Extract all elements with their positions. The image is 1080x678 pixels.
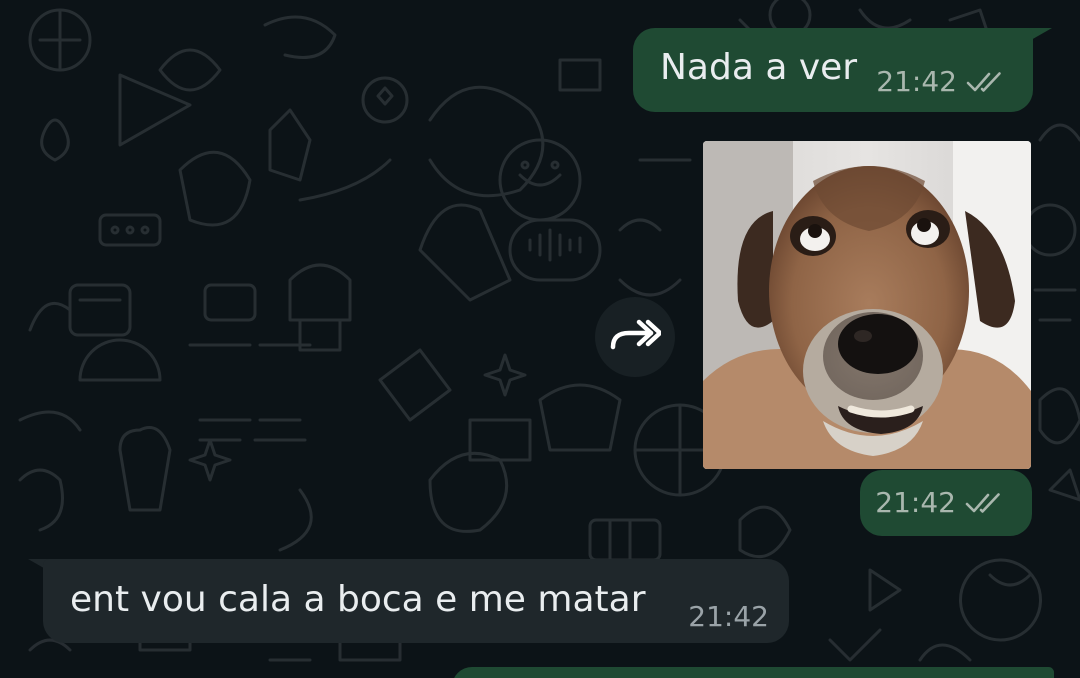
message-meta: 21:42 <box>876 66 1005 98</box>
message-time: 21:42 <box>876 65 957 98</box>
double-check-icon <box>965 70 1005 94</box>
dog-sticker-image[interactable] <box>703 141 1031 469</box>
forward-button[interactable] <box>595 297 675 377</box>
message-meta: 21:42 <box>875 487 1004 519</box>
message-time: 21:42 <box>875 486 956 519</box>
image-message-time-bubble: 21:42 <box>860 470 1032 536</box>
message-meta: 21:42 <box>688 601 769 633</box>
outgoing-message-bubble[interactable]: Nada a ver 21:42 <box>633 28 1033 112</box>
message-time: 21:42 <box>688 600 769 633</box>
chat-window: Nada a ver 21:42 21:42 ent vou cala a bo… <box>0 0 1080 678</box>
outgoing-message-bubble-partial[interactable] <box>452 667 1054 678</box>
double-check-icon <box>964 491 1004 515</box>
message-text: Nada a ver <box>660 47 858 88</box>
message-text: ent vou cala a boca e me matar <box>70 579 646 620</box>
forward-icon <box>609 317 663 357</box>
incoming-message-bubble[interactable]: ent vou cala a boca e me matar 21:42 <box>43 559 789 643</box>
